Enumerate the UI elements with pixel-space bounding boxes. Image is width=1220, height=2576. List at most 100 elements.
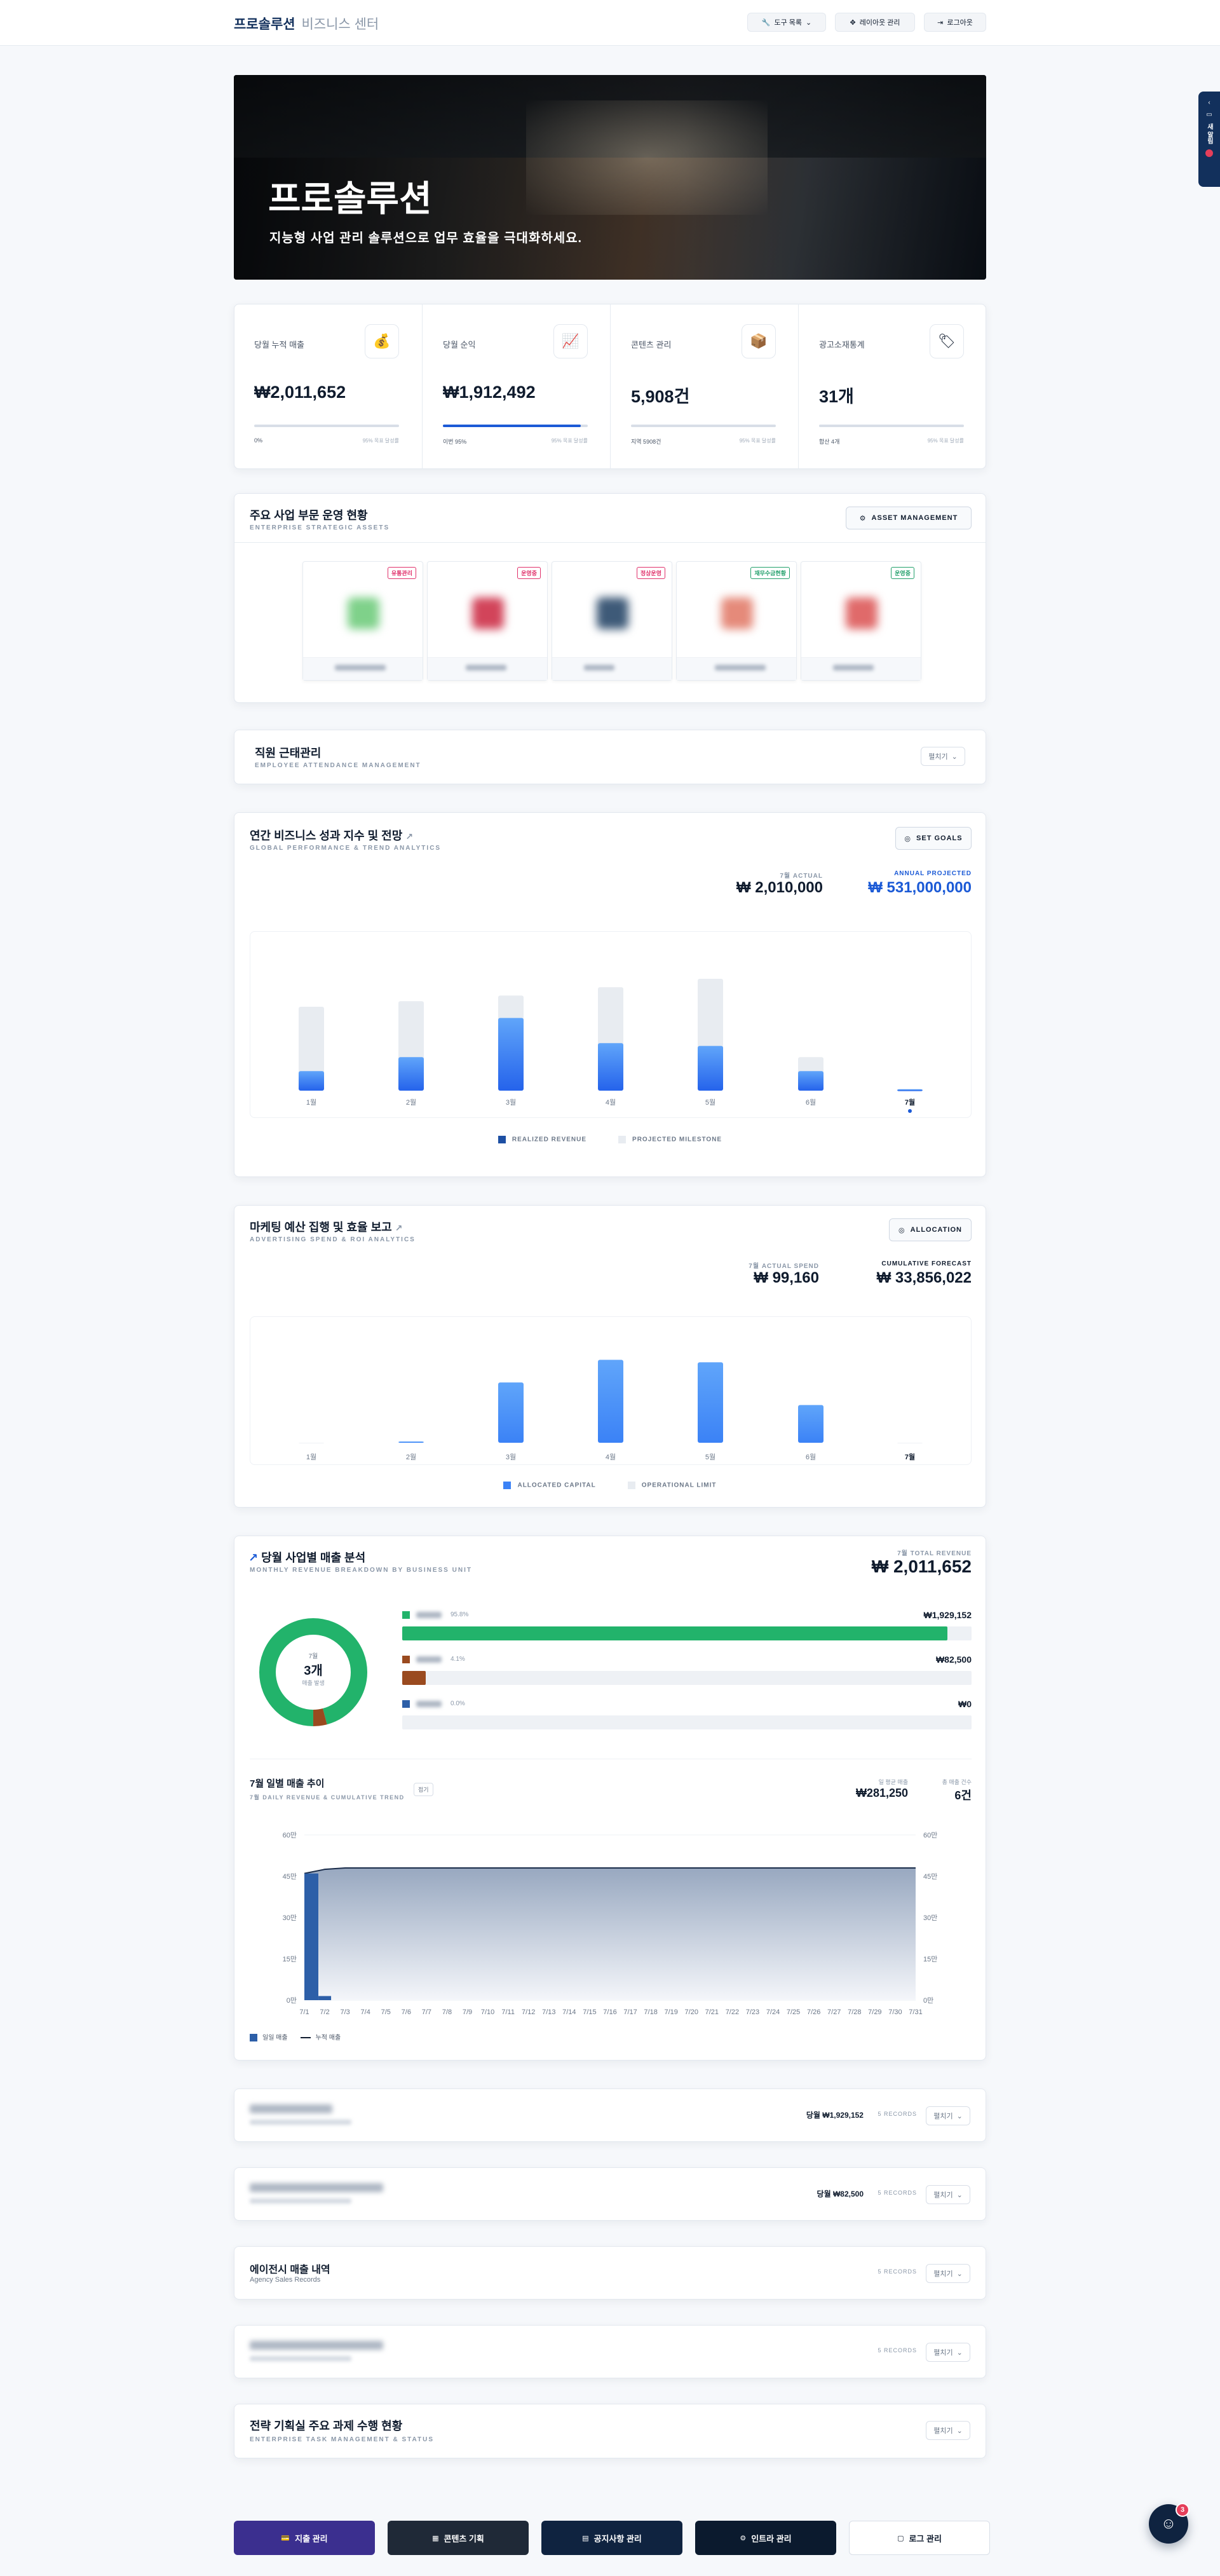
section-toggle[interactable]: 펼치기 ⌄ — [926, 2185, 970, 2204]
unit-card[interactable]: 운영중 — [801, 561, 921, 681]
allocated-bar[interactable] — [798, 1405, 824, 1443]
annual-plot-area: 1월 2월 3월 4월 5월 6월 7월 — [250, 931, 972, 1118]
monthly-title: ↗ 당월 사업별 매출 분석 — [248, 1551, 366, 1564]
row-bar-fill[interactable] — [402, 1671, 426, 1685]
settings-icon: ⚙ — [740, 2534, 747, 2542]
brand[interactable]: 프로솔루션 비즈니스 센터 — [234, 14, 379, 33]
section-subtitle-blurred — [250, 2120, 351, 2125]
daily-x-label: 7/6 — [402, 2008, 411, 2016]
spend-label: 7월 ACTUAL SPEND — [749, 1263, 819, 1270]
daily-y-right-tick: 45만 — [923, 1872, 937, 1881]
row-bar-fill[interactable] — [402, 1626, 948, 1640]
stat-card[interactable]: 광고소재통계 🏷 31개 합산 4개 95% 목표 달성률 — [798, 304, 986, 469]
attendance-toggle[interactable]: 펼치기 ⌄ — [921, 747, 965, 766]
bottom-nav-button[interactable]: 💳 지출 관리 — [234, 2521, 375, 2555]
daily-x-label: 7/23 — [746, 2008, 759, 2016]
alert-dot — [1205, 149, 1213, 157]
daily-bar[interactable] — [318, 1996, 332, 2001]
section-toggle[interactable]: 펼치기 ⌄ — [926, 2264, 970, 2283]
total-value: ₩ 2,011,652 — [871, 1557, 972, 1576]
chevron-down-icon: ⌄ — [956, 2427, 963, 2435]
bottom-nav-button[interactable]: ▦ 콘텐츠 기획 — [388, 2521, 529, 2555]
tasks-card: 전략 기획실 주요 과제 수행 현황 ENTERPRISE TASK MANAG… — [234, 2404, 986, 2458]
daily-bar[interactable] — [304, 1873, 318, 2000]
projected-value: ₩ 531,000,000 — [868, 879, 972, 896]
realized-bar[interactable] — [698, 1046, 723, 1091]
stat-foot-right: 95% 목표 달성률 — [739, 438, 776, 444]
collapsible-section[interactable]: 당월 ₩1,929,152 5 RECORDS 펼치기 ⌄ — [234, 2089, 986, 2142]
unit-card[interactable]: 유통관리 — [302, 561, 423, 681]
stat-foot-right: 95% 목표 달성률 — [551, 438, 588, 444]
allocated-bar[interactable] — [598, 1360, 623, 1443]
legend-daily: 일일 매출 — [250, 2032, 288, 2042]
attendance-title: 직원 근태관리 — [255, 747, 322, 760]
section-records: 5 RECORDS — [878, 2347, 917, 2354]
donut-month: 7월 — [308, 1653, 318, 1660]
marketing-x-label: 1월 — [306, 1453, 316, 1461]
chat-bot-button[interactable]: ☺ 3 — [1149, 2503, 1190, 2544]
gear-icon: ⚙ — [859, 514, 867, 522]
realized-bar[interactable] — [798, 1071, 824, 1091]
avg-value: ₩281,250 — [855, 1787, 908, 1799]
bottom-nav-button[interactable]: ⚙ 인트라 관리 — [695, 2521, 836, 2555]
unit-badge: 운영중 — [891, 567, 914, 579]
top-header — [0, 0, 1220, 46]
section-amount: 당월 ₩1,929,152 — [806, 2111, 864, 2120]
daily-y-left-tick: 30만 — [283, 1914, 297, 1922]
bottom-nav-button[interactable]: ▢ 로그 관리 — [849, 2521, 990, 2555]
allocated-bar[interactable] — [698, 1362, 723, 1443]
annual-x-label: 4월 — [606, 1098, 616, 1107]
stat-progress-track — [443, 425, 588, 427]
daily-x-label: 7/31 — [909, 2008, 922, 2016]
tasks-toggle[interactable]: 펼치기 ⌄ — [926, 2421, 970, 2440]
unit-name-blurred — [335, 665, 386, 671]
stat-value: 5,908건 — [631, 387, 690, 406]
stat-card[interactable]: 당월 누적 매출 💰 ₩2,011,652 0% 95% 목표 달성률 — [234, 304, 422, 469]
stat-card[interactable]: 콘텐츠 관리 📦 5,908건 지역 5908건 95% 목표 달성률 — [610, 304, 798, 469]
collapsible-section[interactable]: 에이전시 매출 내역 Agency Sales Records 5 RECORDS 펼… — [234, 2246, 986, 2300]
realized-bar[interactable] — [897, 1089, 923, 1091]
unit-card[interactable]: 운영중 — [427, 561, 548, 681]
tools-button[interactable]: 🔧 도구 목록 ⌄ — [747, 13, 826, 32]
allocated-bar[interactable] — [398, 1441, 424, 1443]
section-toggle[interactable]: 펼치기 ⌄ — [926, 2343, 970, 2362]
layout-button[interactable]: ✥ 레이아웃 관리 — [835, 13, 915, 32]
collapsible-section[interactable]: 5 RECORDS 펼치기 ⌄ — [234, 2325, 986, 2378]
daily-x-label: 7/27 — [827, 2008, 841, 2016]
daily-y-right-tick: 15만 — [923, 1955, 937, 1963]
logout-button[interactable]: ⇥ 로그아웃 — [924, 13, 986, 32]
allocation-button[interactable]: ◎ ALLOCATION — [889, 1218, 972, 1241]
realized-bar[interactable] — [598, 1043, 623, 1091]
row-value: ₩1,929,152 — [923, 1610, 972, 1620]
marketing-x-label: 4월 — [606, 1453, 616, 1461]
attendance-card: 직원 근태관리 EMPLOYEE ATTENDANCE MANAGEMENT 펼… — [234, 730, 986, 784]
daily-x-label: 7/25 — [787, 2008, 800, 2016]
unit-badge: 운영중 — [517, 567, 541, 579]
avg-label: 일 평균 매출 — [878, 1779, 908, 1785]
realized-bar[interactable] — [398, 1057, 424, 1091]
unit-card[interactable]: 재무수금현황 — [676, 561, 797, 681]
section-subtitle-blurred — [250, 2198, 351, 2204]
section-toggle[interactable]: 펼치기 ⌄ — [926, 2106, 970, 2125]
chevron-down-icon: ⌄ — [956, 2270, 963, 2278]
daily-tag[interactable]: 접기 — [414, 1783, 433, 1796]
external-link-icon[interactable]: ↗ — [395, 1223, 403, 1233]
allocated-bar[interactable] — [498, 1382, 524, 1443]
side-notification-tab[interactable]: ‹ ▭ 새 알림 — [1198, 92, 1220, 187]
collapsible-section[interactable]: 당월 ₩82,500 5 RECORDS 펼치기 ⌄ — [234, 2167, 986, 2221]
unit-thumbnail — [846, 597, 878, 629]
bottom-nav-button[interactable]: ▤ 공지사항 관리 — [541, 2521, 682, 2555]
unit-badge: 정상운영 — [636, 567, 665, 579]
logout-icon: ⇥ — [937, 18, 944, 27]
realized-bar[interactable] — [498, 1018, 524, 1091]
daily-x-label: 7/9 — [463, 2008, 472, 2016]
stat-value: 31개 — [819, 387, 854, 406]
asset-management-button[interactable]: ⚙ ASSET MANAGEMENT — [846, 507, 972, 529]
external-link-icon[interactable]: ↗ — [405, 831, 413, 842]
realized-bar[interactable] — [299, 1071, 324, 1091]
divider — [234, 542, 986, 543]
stat-card[interactable]: 당월 순익 📈 ₩1,912,492 이번 95% 95% 목표 달성률 — [422, 304, 610, 469]
marketing-chart: 1월 2월 3월 4월 5월 6월 7월 — [299, 1360, 923, 1461]
unit-card[interactable]: 정상운영 — [552, 561, 672, 681]
set-goals-button[interactable]: ◎ SET GOALS — [895, 827, 972, 850]
